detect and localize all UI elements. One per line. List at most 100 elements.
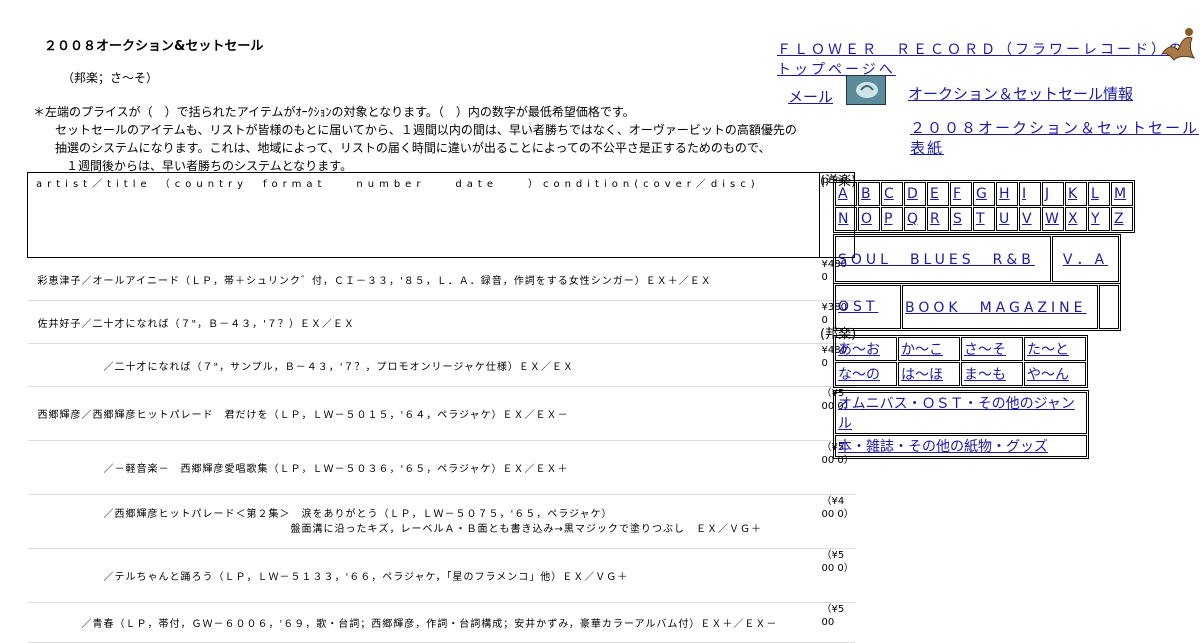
letter-link[interactable]: U bbox=[999, 211, 1009, 227]
books-goods-cell[interactable]: 本・雑誌・その他の紙物・グッズ bbox=[835, 435, 1087, 457]
kana-cell[interactable]: は～ほ bbox=[898, 362, 960, 386]
letter-link[interactable]: K bbox=[1068, 186, 1077, 202]
kana-cell[interactable]: か～こ bbox=[898, 337, 960, 361]
va-cell[interactable]: V．A bbox=[1052, 236, 1119, 282]
item-text: ／二十才になれば（７"，サンプル，Ｂ－４３，'７？，プロモオンリージャケ仕様）Ｅ… bbox=[27, 343, 820, 387]
letter-cell[interactable]: W bbox=[1042, 207, 1064, 231]
letter-link[interactable]: S bbox=[953, 211, 962, 227]
letter-link[interactable]: C bbox=[884, 186, 894, 202]
letter-cell[interactable]: Z bbox=[1111, 207, 1133, 231]
letter-link[interactable]: Q bbox=[907, 211, 918, 227]
letter-cell[interactable]: V bbox=[1019, 207, 1041, 231]
item-text: 彩恵津子／オールアイニード（ＬＰ，帯＋シュリンク゛付，ＣＩ－３３，'８５，Ｌ．Ａ… bbox=[27, 257, 820, 301]
table-row: ／二十才になれば（７"，サンプル，Ｂ－４３，'７？，プロモオンリージャケ仕様）Ｅ… bbox=[27, 343, 855, 387]
letter-link[interactable]: L bbox=[1091, 186, 1099, 202]
table-row: 彩恵津子／オールアイニード（ＬＰ，帯＋シュリンク゛付，ＣＩ－３３，'８５，Ｌ．Ａ… bbox=[27, 257, 855, 301]
letter-link[interactable]: H bbox=[999, 186, 1010, 202]
kana-cell[interactable]: た～と bbox=[1024, 337, 1086, 361]
letter-cell[interactable]: P bbox=[881, 207, 903, 231]
letter-link[interactable]: V bbox=[1022, 211, 1032, 227]
soul-blues-rb-link[interactable]: SOUL BLUES R&B bbox=[838, 252, 1035, 268]
letter-link[interactable]: D bbox=[907, 186, 918, 202]
letter-link[interactable]: N bbox=[838, 211, 848, 227]
letter-link[interactable]: F bbox=[953, 186, 961, 202]
kana-link[interactable]: ま～も bbox=[964, 367, 1006, 383]
kana-link[interactable]: た～と bbox=[1027, 342, 1069, 358]
letter-cell[interactable]: A bbox=[835, 182, 857, 206]
auction-info-link[interactable]: オークション＆セットセール情報 bbox=[908, 83, 1133, 104]
western-genre-nav: SOUL BLUES R&B V．A bbox=[833, 234, 1121, 284]
letter-link[interactable]: W bbox=[1045, 211, 1059, 227]
letter-link[interactable]: O bbox=[861, 211, 872, 227]
book-magazine-link[interactable]: BOOK MAGAZINE bbox=[905, 300, 1086, 316]
letter-link[interactable]: J bbox=[1045, 186, 1049, 202]
kana-cell[interactable]: な～の bbox=[835, 362, 897, 386]
letter-link[interactable]: T bbox=[976, 211, 985, 227]
letter-link[interactable]: E bbox=[930, 186, 939, 202]
letter-link[interactable]: Y bbox=[1091, 211, 1100, 227]
letter-cell[interactable]: X bbox=[1065, 207, 1087, 231]
kana-cell[interactable]: や～ん bbox=[1024, 362, 1086, 386]
letter-cell[interactable]: T bbox=[973, 207, 995, 231]
letter-link[interactable]: G bbox=[976, 186, 987, 202]
letter-cell[interactable]: B bbox=[858, 182, 880, 206]
ost-link[interactable]: OST bbox=[838, 299, 878, 315]
letter-link[interactable]: R bbox=[930, 211, 940, 227]
letter-link[interactable]: M bbox=[1114, 186, 1126, 202]
letter-cell[interactable]: M bbox=[1111, 182, 1133, 206]
letter-cell[interactable]: O bbox=[858, 207, 880, 231]
listing-table: artist／title （country format number date… bbox=[27, 172, 855, 643]
item-text: ／テルちゃんと踊ろう（ＬＰ，ＬＷ－５１３３，'６６，ペラジャケ，「星のフラメンコ… bbox=[27, 548, 820, 603]
letter-link[interactable]: Z bbox=[1114, 211, 1124, 227]
note-line-3: 抽選のシステムになります。これは、地域によって、リストの届く時間に違いが出ること… bbox=[55, 141, 771, 155]
letter-cell[interactable]: Y bbox=[1088, 207, 1110, 231]
letter-cell[interactable]: K bbox=[1065, 182, 1087, 206]
omnibus-link[interactable]: オムニバス・ＯＳＴ・その他のジャンル bbox=[838, 396, 1075, 432]
va-link[interactable]: V．A bbox=[1063, 252, 1108, 268]
letter-cell[interactable]: C bbox=[881, 182, 903, 206]
letter-cell[interactable]: U bbox=[996, 207, 1018, 231]
kana-link[interactable]: や～ん bbox=[1027, 367, 1069, 383]
top-page-link[interactable]: ＦＬＯＷＥＲ ＲＥＣＯＲＤ（フラワーレコード）のトップページへ bbox=[777, 40, 1197, 80]
letter-cell[interactable]: I bbox=[1019, 182, 1041, 206]
kana-cell[interactable]: さ～そ bbox=[961, 337, 1023, 361]
books-goods-link[interactable]: 本・雑誌・その他の紙物・グッズ bbox=[838, 439, 1048, 455]
letter-cell[interactable]: D bbox=[904, 182, 926, 206]
letter-cell[interactable]: E bbox=[927, 182, 949, 206]
kana-cell[interactable]: あ～お bbox=[835, 337, 897, 361]
kana-link[interactable]: な～の bbox=[838, 367, 880, 383]
kana-link[interactable]: は～ほ bbox=[901, 367, 943, 383]
letter-link[interactable]: B bbox=[861, 186, 871, 202]
kana-link[interactable]: あ～お bbox=[838, 342, 880, 358]
letter-cell[interactable]: F bbox=[950, 182, 972, 206]
letter-cell[interactable]: Q bbox=[904, 207, 926, 231]
kana-cell[interactable]: ま～も bbox=[961, 362, 1023, 386]
letter-cell[interactable]: L bbox=[1088, 182, 1110, 206]
letter-cell[interactable]: H bbox=[996, 182, 1018, 206]
japanese-kana-nav: あ～お か～こ さ～そ た～と な～の は～ほ ま～も や～ん bbox=[833, 335, 1088, 388]
letter-link[interactable]: P bbox=[884, 211, 892, 227]
omnibus-cell[interactable]: オムニバス・ＯＳＴ・その他のジャンル bbox=[835, 392, 1087, 434]
letter-cell[interactable]: G bbox=[973, 182, 995, 206]
letter-cell[interactable]: N bbox=[835, 207, 857, 231]
item-text: ／青春（ＬＰ，帯付，ＧＷ－６００６，'６９，歌・台詞；西郷輝彦，作詞・台詞構成；… bbox=[27, 602, 820, 643]
empty-cell bbox=[1099, 285, 1119, 329]
letter-link[interactable]: I bbox=[1022, 186, 1026, 202]
letter-cell[interactable]: R bbox=[927, 207, 949, 231]
kana-link[interactable]: さ～そ bbox=[964, 342, 1006, 358]
book-magazine-cell[interactable]: BOOK MAGAZINE bbox=[902, 285, 1098, 329]
artist-column-header: artist／title （country format number date… bbox=[27, 172, 820, 258]
letter-cell[interactable]: J bbox=[1042, 182, 1064, 206]
letter-link[interactable]: X bbox=[1068, 211, 1078, 227]
western-other-nav: OST BOOK MAGAZINE bbox=[833, 283, 1121, 331]
mail-link[interactable]: メール bbox=[788, 86, 833, 107]
kana-link[interactable]: か～こ bbox=[901, 342, 943, 358]
soul-blues-rb-cell[interactable]: SOUL BLUES R&B bbox=[835, 236, 1051, 282]
mail-icon[interactable] bbox=[846, 75, 886, 105]
item-text: ／西郷輝彦ヒットパレード＜第２集＞ 涙をありがとう（ＬＰ，ＬＷ－５０７５，'６５… bbox=[27, 494, 820, 549]
letter-link[interactable]: A bbox=[838, 186, 848, 202]
item-text: 西郷輝彦／西郷輝彦ヒットパレード 君だけを（ＬＰ，ＬＷ－５０１５，'６４，ペラジ… bbox=[27, 386, 820, 441]
item-price: （¥5 00 0） bbox=[819, 548, 855, 603]
cover-page-link[interactable]: ２００８オークション＆セットセール表紙 bbox=[910, 118, 1200, 158]
letter-cell[interactable]: S bbox=[950, 207, 972, 231]
